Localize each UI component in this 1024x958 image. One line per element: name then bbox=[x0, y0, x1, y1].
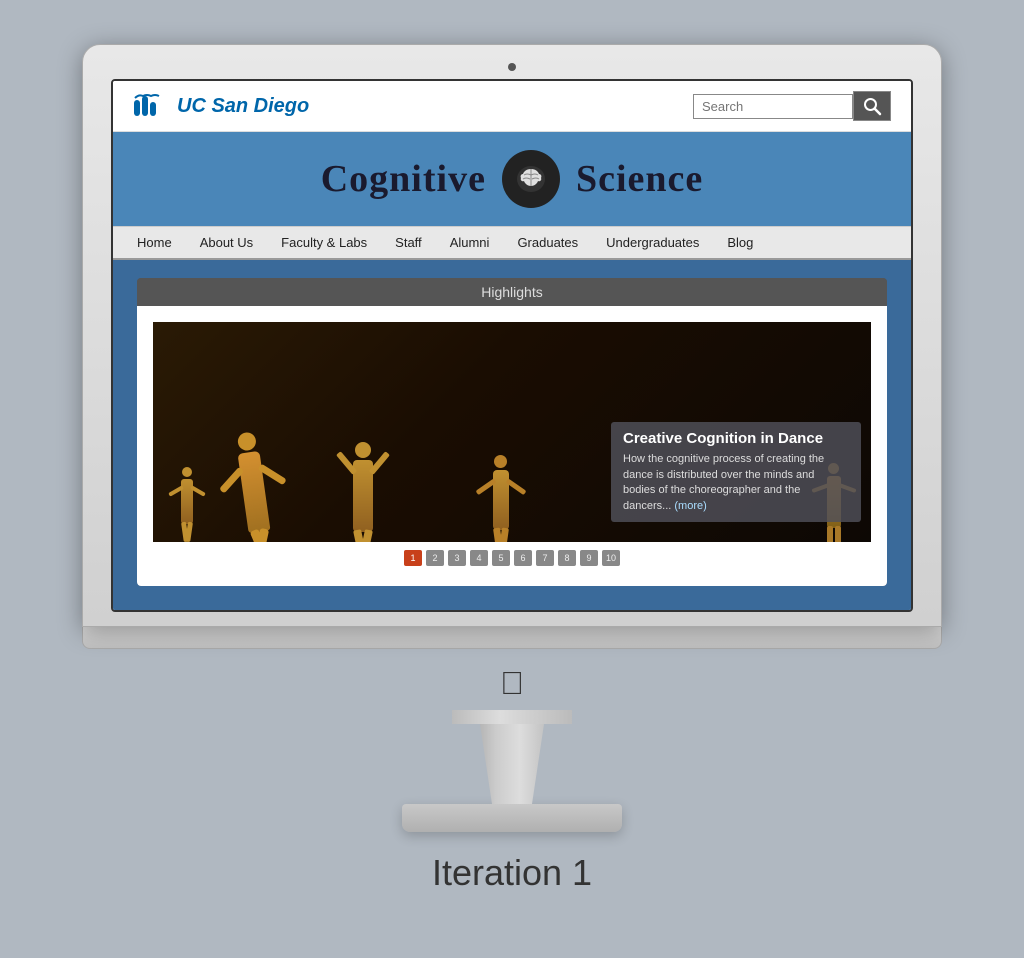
nav-item-about[interactable]: About Us bbox=[186, 227, 267, 258]
slide-caption: Creative Cognition in Dance How the cogn… bbox=[611, 422, 861, 522]
page-dot-8[interactable]: 8 bbox=[558, 550, 576, 566]
dancer-figure-2 bbox=[243, 452, 265, 532]
apple-logo:  bbox=[500, 665, 524, 702]
nav-item-blog[interactable]: Blog bbox=[713, 227, 767, 258]
dancer-figure-1 bbox=[181, 479, 193, 524]
ucsd-logo-icon bbox=[133, 92, 171, 120]
monitor-outer: UC San Diego Cognitive bbox=[82, 44, 942, 627]
slideshow: Creative Cognition in Dance How the cogn… bbox=[153, 322, 871, 542]
site-content: Highlights bbox=[113, 260, 911, 610]
screen: UC San Diego Cognitive bbox=[111, 79, 913, 612]
banner-title-left: Cognitive bbox=[321, 157, 486, 201]
page-dot-5[interactable]: 5 bbox=[492, 550, 510, 566]
highlights-box: Highlights bbox=[137, 278, 887, 586]
page-dot-1[interactable]: 1 bbox=[404, 550, 422, 566]
brain-icon bbox=[502, 150, 560, 208]
site-banner: Cognitive Science bbox=[113, 132, 911, 226]
search-button[interactable] bbox=[853, 91, 891, 121]
nav-item-faculty[interactable]: Faculty & Labs bbox=[267, 227, 381, 258]
highlights-inner: Creative Cognition in Dance How the cogn… bbox=[137, 306, 887, 586]
brain-svg bbox=[513, 161, 549, 197]
slide-caption-text: How the cognitive process of creating th… bbox=[623, 452, 849, 514]
dance-scene: Creative Cognition in Dance How the cogn… bbox=[153, 322, 871, 542]
page-dot-7[interactable]: 7 bbox=[536, 550, 554, 566]
page-dot-4[interactable]: 4 bbox=[470, 550, 488, 566]
search-input[interactable] bbox=[693, 94, 853, 119]
ucsd-logo: UC San Diego bbox=[133, 92, 309, 120]
nav-bar: Home About Us Faculty & Labs Staff Alumn… bbox=[113, 226, 911, 260]
nav-item-graduates[interactable]: Graduates bbox=[503, 227, 592, 258]
nav-item-home[interactable]: Home bbox=[123, 227, 186, 258]
ucsd-logo-text: UC San Diego bbox=[177, 95, 309, 118]
highlights-header: Highlights bbox=[137, 278, 887, 306]
dancer-figure-4 bbox=[493, 470, 509, 530]
slide-more-link[interactable]: (more) bbox=[674, 500, 706, 512]
page-dot-6[interactable]: 6 bbox=[514, 550, 532, 566]
search-icon bbox=[862, 96, 882, 116]
dancer-figure-3 bbox=[353, 460, 373, 532]
banner-title-right: Science bbox=[576, 157, 703, 201]
monitor-stand-neck bbox=[472, 724, 552, 804]
monitor-stand-base bbox=[402, 804, 622, 832]
nav-item-alumni[interactable]: Alumni bbox=[436, 227, 504, 258]
page-dot-3[interactable]: 3 bbox=[448, 550, 466, 566]
camera-dot bbox=[508, 63, 516, 71]
slide-caption-title: Creative Cognition in Dance bbox=[623, 430, 849, 447]
page-dot-2[interactable]: 2 bbox=[426, 550, 444, 566]
nav-item-staff[interactable]: Staff bbox=[381, 227, 436, 258]
page-dot-9[interactable]: 9 bbox=[580, 550, 598, 566]
site-header-top: UC San Diego bbox=[113, 81, 911, 132]
monitor-chin bbox=[82, 627, 942, 649]
search-area bbox=[693, 91, 891, 121]
page-wrapper: UC San Diego Cognitive bbox=[0, 24, 1024, 934]
monitor-stand-top bbox=[452, 710, 572, 724]
imac-monitor: UC San Diego Cognitive bbox=[82, 44, 942, 832]
iteration-label: Iteration 1 bbox=[432, 852, 592, 894]
slide-pagination: 1 2 3 4 5 6 7 8 9 10 bbox=[153, 542, 871, 570]
page-dot-10[interactable]: 10 bbox=[602, 550, 620, 566]
nav-item-undergrads[interactable]: Undergraduates bbox=[592, 227, 713, 258]
